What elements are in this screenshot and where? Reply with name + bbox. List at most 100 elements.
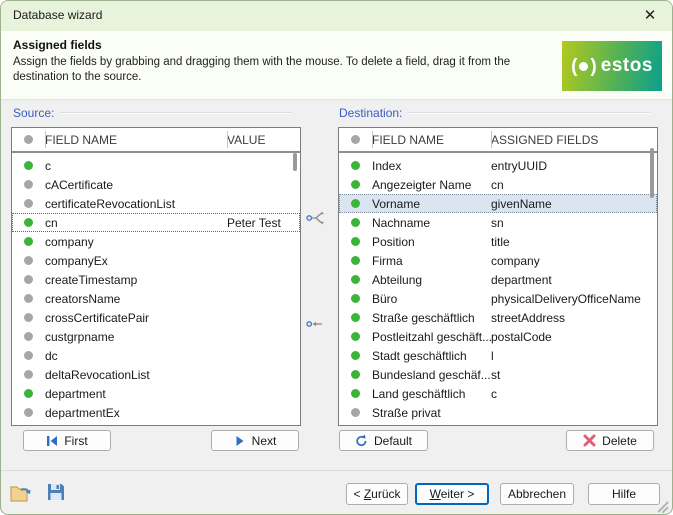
table-row[interactable]: certificateRevocationList bbox=[12, 194, 300, 213]
field-name: deltaRevocationList bbox=[45, 368, 227, 382]
table-row[interactable]: BürophysicalDeliveryOfficeName bbox=[339, 289, 657, 308]
status-dot bbox=[351, 218, 360, 227]
table-row[interactable]: companyEx bbox=[12, 251, 300, 270]
table-row[interactable]: Straße privat bbox=[339, 403, 657, 422]
table-row[interactable]: Postleitzahl geschäft...postalCode bbox=[339, 327, 657, 346]
field-name: Straße geschäftlich bbox=[372, 311, 491, 325]
scrollbar-thumb[interactable] bbox=[650, 148, 654, 198]
assigned-value: entryUUID bbox=[491, 159, 657, 173]
assigned-value: l bbox=[491, 349, 657, 363]
weiter-next-button[interactable]: Weiter > bbox=[415, 483, 489, 505]
table-row[interactable]: creatorsName bbox=[12, 289, 300, 308]
field-name: cACertificate bbox=[45, 178, 227, 192]
field-name: Nachname bbox=[372, 216, 491, 230]
status-dot bbox=[24, 370, 33, 379]
page-description: Assign the fields by grabbing and draggi… bbox=[13, 55, 561, 85]
status-dot bbox=[351, 408, 360, 417]
status-dot bbox=[351, 180, 360, 189]
arrow-right-icon bbox=[234, 435, 246, 447]
back-button[interactable]: < Zurück bbox=[346, 483, 408, 505]
next-button[interactable]: Next bbox=[211, 430, 299, 451]
source-list-header: FIELD NAME VALUE bbox=[12, 128, 300, 153]
table-row[interactable]: Abteilungdepartment bbox=[339, 270, 657, 289]
status-dot bbox=[351, 275, 360, 284]
status-dot bbox=[351, 389, 360, 398]
field-name: Postleitzahl geschäft... bbox=[372, 330, 491, 344]
table-row[interactable]: Positiontitle bbox=[339, 232, 657, 251]
table-row[interactable]: deltaRevocationList bbox=[12, 365, 300, 384]
table-row[interactable]: custgrpname bbox=[12, 327, 300, 346]
assigned-value: streetAddress bbox=[491, 311, 657, 325]
table-row[interactable]: department bbox=[12, 384, 300, 403]
assigned-value: department bbox=[491, 273, 657, 287]
field-name: Abteilung bbox=[372, 273, 491, 287]
field-name: Straße privat bbox=[372, 406, 491, 420]
field-name: Büro bbox=[372, 292, 491, 306]
delete-button[interactable]: Delete bbox=[566, 430, 654, 451]
column-field-name: FIELD NAME bbox=[45, 133, 227, 147]
assigned-value: Peter Test bbox=[227, 216, 300, 230]
table-row[interactable]: departmentEx bbox=[12, 403, 300, 422]
status-dot bbox=[24, 275, 33, 284]
assigned-value: title bbox=[491, 235, 657, 249]
table-row[interactable]: cnPeter Test bbox=[12, 213, 300, 232]
table-row[interactable]: Stadt geschäftlichl bbox=[339, 346, 657, 365]
table-row[interactable]: Straße geschäftlichstreetAddress bbox=[339, 308, 657, 327]
divider bbox=[408, 112, 650, 114]
table-row[interactable]: cACertificate bbox=[12, 175, 300, 194]
status-dot bbox=[351, 199, 360, 208]
logo-text: estos bbox=[601, 55, 653, 77]
source-list[interactable]: FIELD NAME VALUE c cACertificate certifica… bbox=[11, 127, 301, 426]
field-name: certificateRevocationList bbox=[45, 197, 227, 211]
titlebar: Database wizard ✕ bbox=[1, 1, 672, 31]
assigned-value: cn bbox=[491, 178, 657, 192]
status-dot bbox=[24, 408, 33, 417]
field-name: custgrpname bbox=[45, 330, 227, 344]
help-button[interactable]: Hilfe bbox=[588, 483, 660, 505]
table-row[interactable]: company bbox=[12, 232, 300, 251]
column-divider bbox=[45, 131, 46, 148]
table-row[interactable]: crossCertificatePair bbox=[12, 308, 300, 327]
table-row[interactable]: IndexentryUUID bbox=[339, 156, 657, 175]
destination-list[interactable]: FIELD NAME ASSIGNED FIELDS IndexentryUUI… bbox=[338, 127, 658, 426]
column-divider[interactable] bbox=[491, 131, 492, 148]
wizard-header: Assigned fields Assign the fields by gra… bbox=[1, 31, 672, 100]
assigned-value: physicalDeliveryOfficeName bbox=[491, 292, 657, 306]
assigned-value: givenName bbox=[491, 197, 657, 211]
field-name: Stadt geschäftlich bbox=[372, 349, 491, 363]
destination-rows: IndexentryUUIDAngezeigter NamecnVornameg… bbox=[339, 153, 657, 422]
field-name: creatorsName bbox=[45, 292, 227, 306]
folder-open-icon[interactable] bbox=[10, 483, 35, 504]
logo-eye-dot bbox=[579, 62, 588, 71]
cancel-button[interactable]: Abbrechen bbox=[500, 483, 574, 505]
close-icon[interactable]: ✕ bbox=[632, 2, 668, 30]
table-row[interactable]: createTimestamp bbox=[12, 270, 300, 289]
field-name: Land geschäftlich bbox=[372, 387, 491, 401]
table-row[interactable]: Angezeigter Namecn bbox=[339, 175, 657, 194]
resize-grip[interactable] bbox=[657, 499, 670, 512]
table-row[interactable]: Firmacompany bbox=[339, 251, 657, 270]
field-name: companyEx bbox=[45, 254, 227, 268]
status-dot bbox=[24, 294, 33, 303]
footer-divider bbox=[1, 470, 672, 471]
divider bbox=[60, 112, 292, 114]
column-divider[interactable] bbox=[227, 131, 228, 148]
first-button[interactable]: First bbox=[23, 430, 111, 451]
field-name: company bbox=[45, 235, 227, 249]
table-row[interactable]: VornamegivenName bbox=[339, 194, 657, 213]
column-divider bbox=[372, 131, 373, 148]
status-dot bbox=[24, 332, 33, 341]
field-name: c bbox=[45, 159, 227, 173]
table-row[interactable]: dc bbox=[12, 346, 300, 365]
default-button[interactable]: Default bbox=[339, 430, 428, 451]
status-dot bbox=[24, 237, 33, 246]
status-dot bbox=[351, 313, 360, 322]
assigned-value: company bbox=[491, 254, 657, 268]
table-row[interactable]: Nachnamesn bbox=[339, 213, 657, 232]
field-name: departmentEx bbox=[45, 406, 227, 420]
save-icon[interactable] bbox=[47, 483, 65, 501]
table-row[interactable]: c bbox=[12, 156, 300, 175]
table-row[interactable]: Bundesland geschäf...st bbox=[339, 365, 657, 384]
table-row[interactable]: Land geschäftlichc bbox=[339, 384, 657, 403]
scrollbar-thumb[interactable] bbox=[293, 153, 297, 171]
